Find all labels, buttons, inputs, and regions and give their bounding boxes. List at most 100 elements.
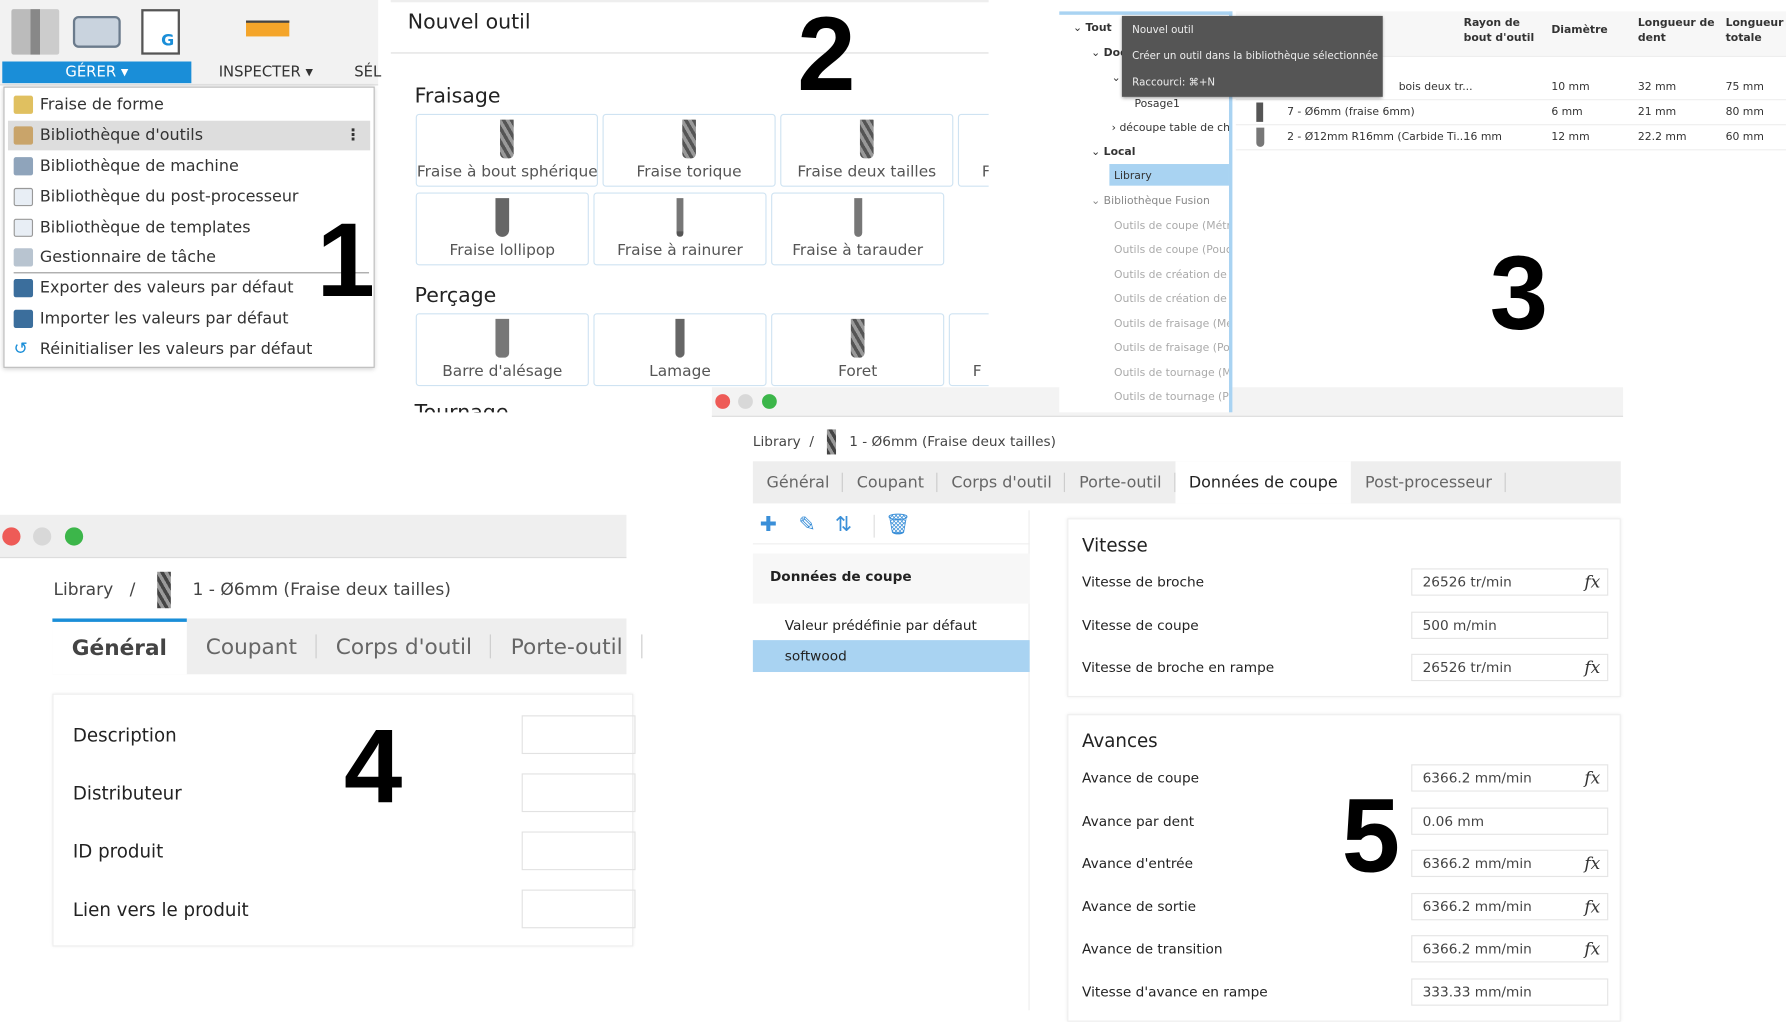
tool-card-partial[interactable]: F bbox=[948, 313, 989, 387]
tool-card-ball-mill[interactable]: Fraise à bout sphérique bbox=[415, 113, 598, 187]
counterbore-icon bbox=[675, 318, 685, 358]
preset-item[interactable]: Valeur prédéfinie par défaut bbox=[753, 611, 1030, 641]
menu-item-form-mill[interactable]: Fraise de forme bbox=[8, 90, 370, 120]
tab-shaft[interactable]: Corps d'outil bbox=[938, 461, 1066, 503]
tree-item[interactable]: Outils de fraisage (Pou bbox=[1114, 342, 1229, 355]
presets-header: Données de coupe bbox=[752, 553, 1030, 604]
tab-cutter[interactable]: Coupant bbox=[843, 461, 938, 503]
tool-card-bull-nose[interactable]: Fraise torique bbox=[602, 113, 776, 187]
tab-holder[interactable]: Porte-outil bbox=[491, 618, 643, 674]
table-row[interactable]: 7 - Ø6mm (fraise 6mm) 6 mm 21 mm 80 mm bbox=[1235, 100, 1786, 126]
tab-general[interactable]: Général bbox=[52, 618, 187, 675]
preset-item-selected[interactable]: softwood bbox=[752, 640, 1030, 673]
field-input[interactable]: 0.06 mm bbox=[1411, 806, 1609, 835]
tree-item[interactable]: Outils de création de pi bbox=[1114, 269, 1229, 282]
field-input[interactable]: 26526 tr/min fx bbox=[1411, 653, 1609, 682]
breadcrumb-library[interactable]: Library bbox=[54, 579, 114, 600]
field-input[interactable]: 500 m/min bbox=[1411, 611, 1609, 639]
card-label: Fraise à rainurer bbox=[617, 241, 743, 260]
formula-fx-icon[interactable]: fx bbox=[1584, 655, 1600, 680]
presets-toolbar: ✚ ✎ ⇅ 🗑 bbox=[752, 510, 1030, 545]
cell-flute-length: 21 mm bbox=[1637, 105, 1677, 119]
column-header[interactable]: Diamètre bbox=[1551, 23, 1607, 38]
field-label: Vitesse d'avance en rampe bbox=[1082, 983, 1268, 1000]
cell-flute-length: 22.2 mm bbox=[1637, 130, 1687, 144]
tree-item[interactable]: Outils de tournage (Mé bbox=[1114, 367, 1229, 380]
post-library-icon[interactable]: G bbox=[141, 9, 180, 55]
column-header[interactable]: Longueur totale bbox=[1726, 16, 1784, 46]
field-input[interactable]: 6366.2 mm/min fx bbox=[1411, 892, 1609, 920]
menu-item-tool-library[interactable]: Bibliothèque d'outils ⋮ bbox=[7, 120, 371, 151]
tool-card-thread-mill[interactable]: Fraise à tarauder bbox=[771, 192, 945, 266]
tree-item[interactable]: Outils de fraisage (Mét bbox=[1114, 318, 1229, 331]
maximize-button[interactable] bbox=[761, 394, 777, 409]
select-menu-button[interactable]: SÉL bbox=[354, 62, 381, 84]
field-input[interactable]: 6366.2 mm/min fx bbox=[1411, 935, 1609, 963]
tool-card-slot-mill[interactable]: Fraise à rainurer bbox=[593, 192, 767, 266]
tool-card-lollipop[interactable]: Fraise lollipop bbox=[415, 192, 589, 266]
tool-library-icon[interactable] bbox=[11, 9, 60, 55]
close-button[interactable] bbox=[715, 394, 731, 409]
manage-menu-button[interactable]: GÉRER ▾ bbox=[2, 61, 192, 84]
tool-card-partial[interactable]: F bbox=[957, 113, 989, 187]
menu-item-label: Bibliothèque du post-processeur bbox=[39, 187, 299, 207]
speed-section: Vitesse Vitesse de broche 26526 tr/min fx… bbox=[1067, 518, 1621, 698]
tool-card-counterbore[interactable]: Lamage bbox=[593, 313, 767, 387]
menu-item-label: Bibliothèque de templates bbox=[39, 218, 251, 237]
tree-item-local[interactable]: ⌄ Local bbox=[1091, 146, 1135, 159]
tab-cutting-data[interactable]: Données de coupe bbox=[1175, 461, 1352, 504]
field-input[interactable] bbox=[521, 715, 636, 755]
menu-item-machine-library[interactable]: Bibliothèque de machine bbox=[8, 151, 370, 181]
formula-fx-icon[interactable]: fx bbox=[1584, 765, 1600, 790]
formula-fx-icon[interactable]: fx bbox=[1584, 570, 1600, 595]
tree-item-all[interactable]: ⌄ Tout bbox=[1073, 22, 1112, 35]
tab-cutter[interactable]: Coupant bbox=[186, 618, 317, 674]
expand-icon[interactable]: ⌄ bbox=[1112, 72, 1121, 85]
inspect-menu-button[interactable]: INSPECTER ▾ bbox=[219, 62, 313, 84]
tab-post-processor[interactable]: Post-processeur bbox=[1351, 461, 1507, 503]
tree-item[interactable]: Outils de tournage (Po bbox=[1114, 391, 1229, 404]
machine-library-icon[interactable] bbox=[72, 15, 121, 48]
minimize-button[interactable] bbox=[738, 394, 753, 409]
tool-card-flat-mill[interactable]: Fraise deux tailles bbox=[780, 113, 954, 187]
sort-arrows-icon[interactable]: ⇅ bbox=[835, 513, 852, 537]
minimize-button[interactable] bbox=[33, 527, 52, 546]
tool-card-drill[interactable]: Foret bbox=[771, 313, 945, 387]
field-input[interactable]: 6366.2 mm/min fx bbox=[1411, 849, 1609, 878]
tree-item-posage[interactable]: Posage1 bbox=[1134, 98, 1179, 111]
field-input[interactable] bbox=[521, 773, 636, 813]
measure-icon[interactable] bbox=[246, 20, 290, 37]
edit-pencil-icon[interactable]: ✎ bbox=[798, 513, 815, 537]
card-label: Foret bbox=[838, 362, 878, 381]
tab-holder[interactable]: Porte-outil bbox=[1065, 461, 1176, 503]
field-input[interactable]: 26526 tr/min fx bbox=[1411, 568, 1609, 596]
menu-item-reset-defaults[interactable]: ↺ Réinitialiser les valeurs par défaut bbox=[8, 335, 370, 365]
field-input[interactable]: 333.33 mm/min bbox=[1411, 977, 1609, 1006]
trash-icon[interactable]: 🗑 bbox=[885, 513, 911, 537]
maximize-button[interactable] bbox=[64, 527, 84, 546]
tree-item[interactable]: Outils de coupe (Métric bbox=[1114, 220, 1229, 233]
tree-item-decoupe[interactable]: › découpe table de che bbox=[1112, 122, 1229, 135]
tab-shaft[interactable]: Corps d'outil bbox=[316, 618, 492, 674]
field-input[interactable]: 6366.2 mm/min fx bbox=[1411, 764, 1609, 792]
tree-item[interactable]: Outils de coupe (Pouce bbox=[1114, 244, 1229, 257]
tree-item-fusion-library[interactable]: ⌄ Bibliothèque Fusion bbox=[1091, 195, 1210, 208]
breadcrumb-library[interactable]: Library bbox=[753, 433, 801, 449]
formula-fx-icon[interactable]: fx bbox=[1584, 936, 1600, 961]
formula-fx-icon[interactable]: fx bbox=[1584, 894, 1600, 919]
field-input[interactable] bbox=[521, 889, 636, 929]
more-options-icon[interactable]: ⋮ bbox=[345, 121, 361, 151]
formula-fx-icon[interactable]: fx bbox=[1584, 851, 1600, 876]
field-input[interactable] bbox=[521, 831, 636, 871]
new-tool-panel: Nouvel outil Fraisage Fraise à bout sphé… bbox=[390, 0, 989, 413]
column-header[interactable]: Rayon de bout d'outil bbox=[1464, 16, 1544, 46]
card-label: Fraise à bout sphérique bbox=[416, 162, 598, 182]
tree-item[interactable]: Outils de création de pi bbox=[1114, 293, 1229, 306]
tool-card-boring-bar[interactable]: Barre d'alésage bbox=[415, 313, 589, 387]
tree-item-library[interactable]: Library bbox=[1109, 164, 1229, 186]
close-button[interactable] bbox=[2, 527, 21, 546]
column-header[interactable]: Longueur de dent bbox=[1638, 16, 1718, 46]
add-icon[interactable]: ✚ bbox=[760, 513, 777, 537]
table-row[interactable]: 2 - Ø12mm R16mm (Carbide Ti... 16 mm 12 … bbox=[1235, 125, 1786, 151]
tab-general[interactable]: Général bbox=[753, 461, 844, 503]
